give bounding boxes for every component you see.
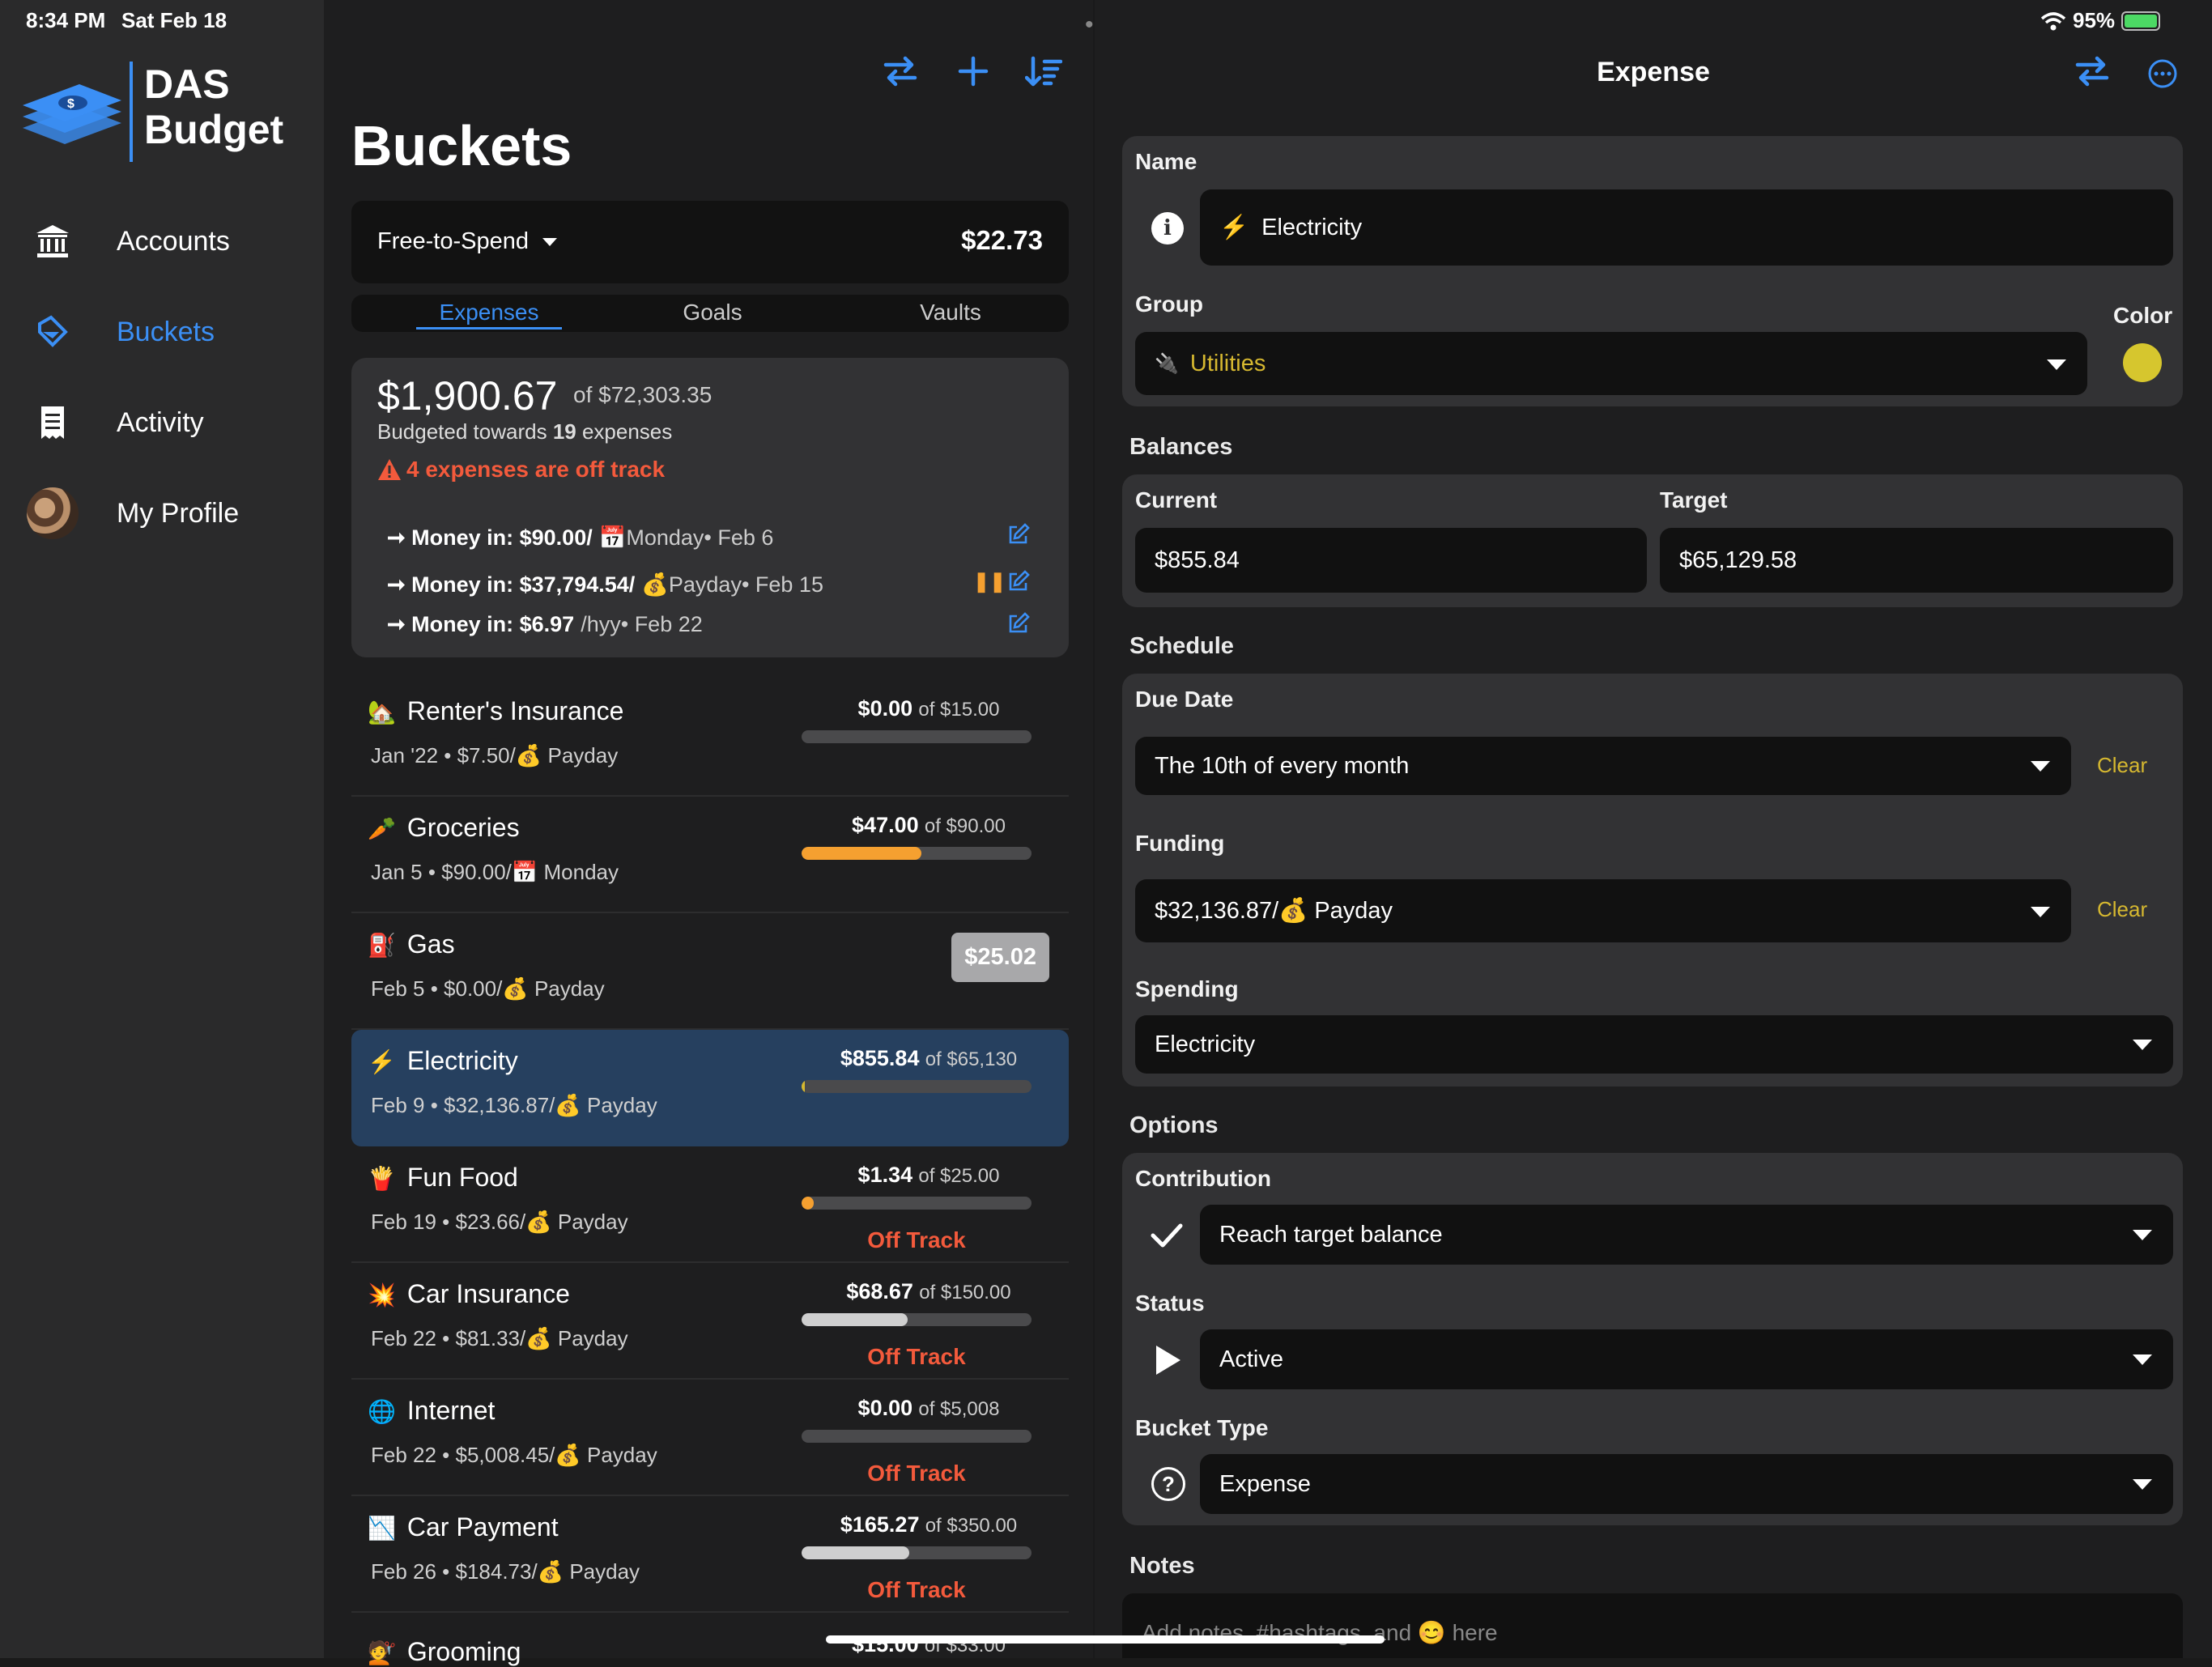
transfer-icon[interactable] [2074,53,2110,93]
money-bag-icon: 💰 [502,976,534,1001]
play-icon [1155,1344,1182,1380]
logo-divider [130,62,133,162]
status-date: Sat Feb 18 [121,8,228,32]
spending-select[interactable]: Electricity [1135,1015,2173,1074]
transfer-icon[interactable] [883,53,918,93]
money-in-row: ➞ Money in: $37,794.54/💰 Payday • Feb 15 [387,572,823,597]
bucket-row-internet[interactable]: 🌐 Internet Feb 22 • $5,008.45/💰 Payday $0… [351,1380,1069,1496]
progress-bar [802,847,1032,860]
sidebar: 8:34 PM Sat Feb 18 $ DAS Budget Accounts … [0,0,324,1658]
money-bag-icon: 💰 [555,1093,587,1117]
money-in-row: ➞ Money in: $6.97/hyy • Feb 22 [387,612,703,636]
off-track-label: Off Track [867,1577,966,1602]
money-bag-icon: 💰 [641,572,669,597]
sidebar-item-accounts[interactable]: Accounts [24,209,316,274]
tab-expenses[interactable]: Expenses [416,300,562,330]
page-title: Buckets [351,114,572,177]
bucket-row-renters-insurance[interactable]: 🏡 Renter's Insurance Jan '22 • $7.50/💰 Pa… [351,680,1069,797]
warning-icon [378,459,401,480]
brand-name: DAS Budget [144,62,284,152]
group-select[interactable]: 🔌 Utilities [1135,332,2087,395]
money-bag-icon: 💰 [555,1443,587,1467]
sort-icon[interactable] [1024,55,1063,93]
add-icon[interactable] [957,55,989,91]
smile-icon: 😊 [1417,1620,1446,1645]
bucket-row-groceries[interactable]: 🥕 Groceries Jan 5 • $90.00/📅 Monday $47.0… [351,797,1069,913]
tab-vaults[interactable]: Vaults [902,300,999,325]
sidebar-item-buckets[interactable]: Buckets [24,300,316,364]
progress-bar [802,1430,1032,1443]
sidebar-item-activity[interactable]: Activity [24,390,316,455]
clear-funding-button[interactable]: Clear [2097,897,2147,922]
bucket-icon [24,308,81,356]
wifi-icon [2040,11,2066,30]
money-bag-icon: 💰 [1278,898,1308,924]
contribution-select[interactable]: Reach target balance [1200,1205,2173,1265]
funding-select[interactable]: $32,136.87/💰 Payday [1135,879,2071,942]
money-bag-icon: 💰 [537,1559,570,1584]
chevron-down-icon [542,238,557,246]
free-to-spend-selector[interactable]: Free-to-Spend $22.73 [351,201,1069,283]
money-bag-icon: 💰 [515,743,548,768]
target-balance-field[interactable]: $65,129.58 [1660,528,2173,593]
progress-bar [802,1080,1032,1093]
svg-text:$: $ [67,97,74,111]
progress-bar [802,1197,1032,1210]
battery-icon [2121,11,2161,31]
calendar-icon: 📅 [511,860,544,884]
checkmark-icon [1150,1221,1184,1254]
edit-icon[interactable] [1007,612,1030,635]
progress-bar [802,1313,1032,1326]
balance-badge: $25.02 [951,933,1049,982]
edit-icon[interactable] [1007,523,1030,546]
more-options-icon[interactable] [2147,58,2178,93]
status-right: 95% [2040,8,2161,33]
off-track-label: Off Track [867,1344,966,1369]
info-icon[interactable]: i [1151,212,1184,245]
panel-title: Expense [1597,57,1710,87]
money-in-row: ➞ Money in: $90.00/📅 Monday • Feb 6 [387,525,774,551]
bank-icon [24,217,81,266]
current-balance-field[interactable]: $855.84 [1135,528,1647,593]
bucket-row-gas[interactable]: ⛽ Gas Feb 5 • $0.00/💰 Payday $25.02 [351,913,1069,1030]
color-swatch[interactable] [2123,343,2162,382]
name-input[interactable]: ⚡ Electricity [1200,189,2173,266]
receipt-icon [24,398,81,447]
bucket-row-fun-food[interactable]: 🍟 Fun Food Feb 19 • $23.66/💰 Payday $1.34… [351,1146,1069,1263]
edit-icon[interactable] [1007,570,1030,593]
status-select[interactable]: Active [1200,1329,2173,1389]
das-logo-icon: $ [15,65,128,162]
money-bag-icon: 💰 [525,1326,558,1350]
calendar-icon: 📅 [598,525,627,550]
progress-bar [802,1546,1032,1559]
home-indicator[interactable] [826,1635,1385,1644]
money-bag-icon: 💰 [525,1210,558,1234]
off-track-label: Off Track [867,1227,966,1252]
off-track-label: Off Track [867,1461,966,1486]
status-time: 8:34 PM [26,8,106,32]
bucket-row-car-payment[interactable]: 📉 Car Payment Feb 26 • $184.73/💰 Payday $… [351,1496,1069,1613]
question-icon[interactable]: ? [1151,1467,1185,1501]
bucket-row-electricity[interactable]: ⚡ Electricity Feb 9 • $32,136.87/💰 Payday… [351,1030,1069,1146]
due-date-select[interactable]: The 10th of every month [1135,737,2071,795]
bucket-type-select[interactable]: Expense [1200,1454,2173,1514]
sidebar-item-my-profile[interactable]: My Profile [24,481,316,546]
segmented-tabs: Expenses Goals Vaults [351,295,1069,332]
pause-icon[interactable]: ❚❚ [973,570,1006,593]
clear-due-date-button[interactable]: Clear [2097,753,2147,778]
progress-bar [802,730,1032,743]
avatar [24,487,81,539]
bucket-row-car-insurance[interactable]: 💥 Car Insurance Feb 22 • $81.33/💰 Payday … [351,1263,1069,1380]
notes-input[interactable]: Add notes, #hashtags, and 😊 here [1122,1593,2183,1658]
tab-goals[interactable]: Goals [664,300,761,325]
